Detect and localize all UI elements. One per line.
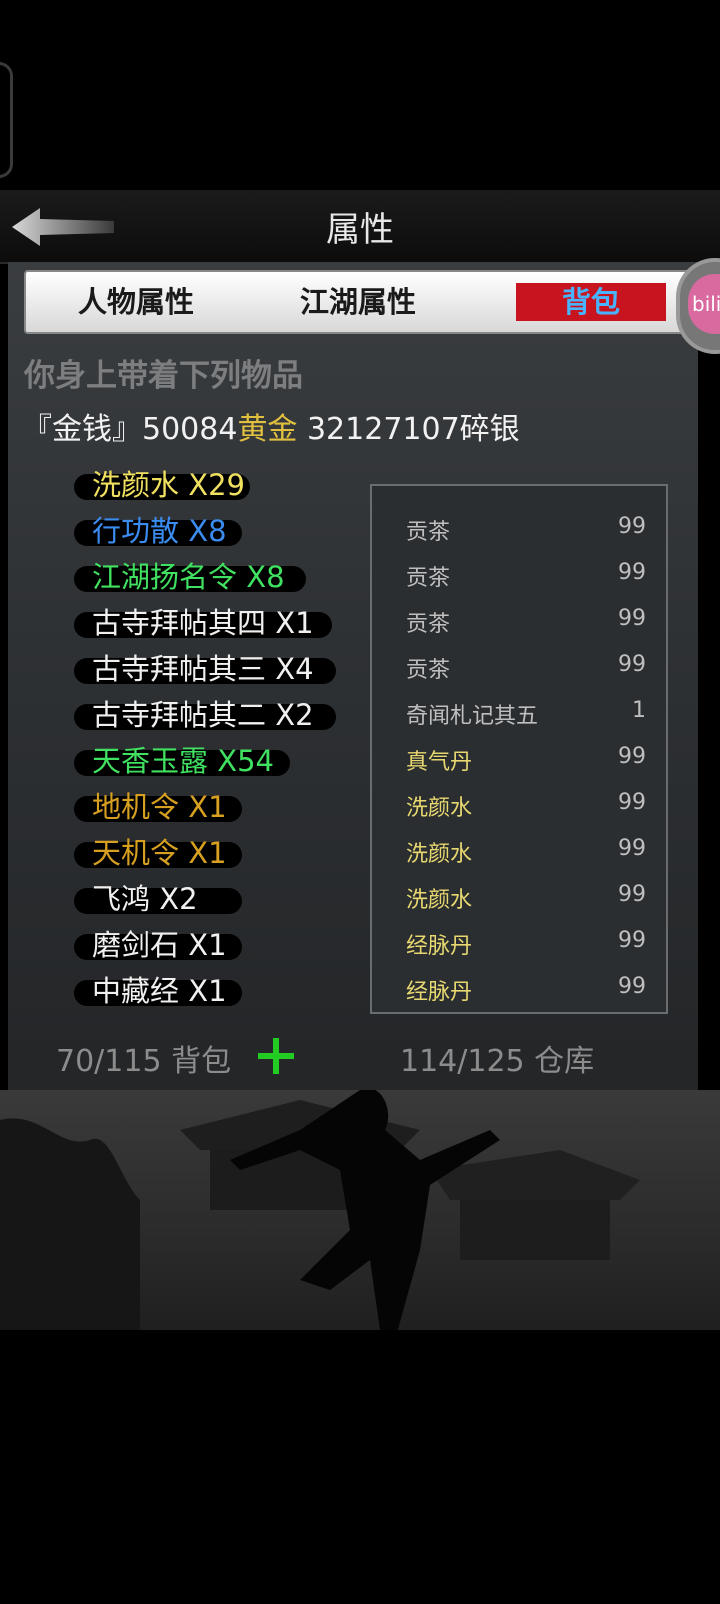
storage-item-count: 99 <box>618 606 646 631</box>
page-title: 属性 <box>326 210 394 250</box>
list-item[interactable]: 古寺拜帖其三 X4 <box>74 646 364 692</box>
inventory-subtitle: 你身上带着下列物品 <box>24 358 303 394</box>
storage-row[interactable]: 奇闻札记其五 1 <box>372 690 666 736</box>
storage-item-name: 贡茶 <box>406 612 451 637</box>
item-name: 磨剑石 X1 <box>92 928 227 962</box>
status-area <box>0 0 720 190</box>
list-item[interactable]: 古寺拜帖其二 X2 <box>74 692 364 738</box>
tab-backpack[interactable]: 背包 <box>516 283 666 321</box>
list-item[interactable]: 中藏经 X1 <box>74 968 364 1014</box>
item-name: 地机令 X1 <box>92 790 227 824</box>
tab-jianghu-attributes[interactable]: 江湖属性 <box>288 280 428 324</box>
storage-item-name: 贡茶 <box>406 566 451 591</box>
storage-row[interactable]: 经脉丹 99 <box>372 966 666 1012</box>
silver-amount: 32127107碎银 <box>297 412 520 447</box>
storage-item-name: 洗颜水 <box>406 796 473 821</box>
storage-row[interactable]: 真气丹 99 <box>372 736 666 782</box>
list-item[interactable]: 磨剑石 X1 <box>74 922 364 968</box>
list-item[interactable]: 江湖扬名令 X8 <box>74 554 364 600</box>
storage-row[interactable]: 贡茶 99 <box>372 506 666 552</box>
partially-scrolled-item <box>92 440 292 454</box>
storage-item-count: 99 <box>618 974 646 999</box>
storage-item-count: 99 <box>618 744 646 769</box>
bag-capacity: 70/115 背包 <box>56 1044 232 1079</box>
storage-item-name: 经脉丹 <box>406 934 473 959</box>
tab-character-attributes[interactable]: 人物属性 <box>66 280 206 324</box>
side-handle[interactable] <box>0 62 13 178</box>
storage-row[interactable]: 贡茶 99 <box>372 644 666 690</box>
list-item[interactable]: 飞鸿 X2 <box>74 876 364 922</box>
bilibili-icon: bili <box>688 274 720 334</box>
storage-item-name: 贡茶 <box>406 520 451 545</box>
storage-item-name: 奇闻札记其五 <box>406 704 539 729</box>
storage-item-name: 经脉丹 <box>406 980 473 1005</box>
plus-icon[interactable] <box>258 1038 294 1074</box>
storage-item-count: 99 <box>618 652 646 677</box>
storage-item-name: 贡茶 <box>406 658 451 683</box>
item-name: 古寺拜帖其二 X2 <box>92 698 314 732</box>
header-bar: 属性 <box>0 190 720 264</box>
tab-bar: 人物属性 江湖属性 背包 <box>24 270 696 334</box>
storage-item-count: 99 <box>618 928 646 953</box>
storage-row[interactable]: 贡茶 99 <box>372 552 666 598</box>
storage-item-count: 99 <box>618 882 646 907</box>
storage-row[interactable]: 经脉丹 99 <box>372 920 666 966</box>
item-name: 古寺拜帖其三 X4 <box>92 652 314 686</box>
storage-item-name: 真气丹 <box>406 750 473 775</box>
storage-row[interactable]: 洗颜水 99 <box>372 828 666 874</box>
swordsman-silhouette-image <box>0 1088 720 1600</box>
item-name: 行功散 X8 <box>92 514 227 548</box>
inventory-list[interactable]: 洗颜水 X29 行功散 X8 江湖扬名令 X8 古寺拜帖其四 X1 古寺拜帖其三… <box>74 462 364 1014</box>
list-item[interactable]: 地机令 X1 <box>74 784 364 830</box>
list-item[interactable]: 古寺拜帖其四 X1 <box>74 600 364 646</box>
list-item[interactable]: 洗颜水 X29 <box>74 462 364 508</box>
storage-row[interactable]: 洗颜水 99 <box>372 874 666 920</box>
storage-item-count: 99 <box>618 836 646 861</box>
item-name: 飞鸿 X2 <box>92 882 198 916</box>
list-item[interactable]: 天机令 X1 <box>74 830 364 876</box>
list-item[interactable]: 行功散 X8 <box>74 508 364 554</box>
item-name: 天香玉露 X54 <box>92 744 274 778</box>
storage-item-count: 1 <box>632 698 646 723</box>
item-name: 天机令 X1 <box>92 836 227 870</box>
background-scene <box>0 1088 720 1600</box>
warehouse-capacity: 114/125 仓库 <box>400 1044 595 1079</box>
storage-item-count: 99 <box>618 790 646 815</box>
list-item[interactable]: 天香玉露 X54 <box>74 738 364 784</box>
item-name: 江湖扬名令 X8 <box>92 560 285 594</box>
storage-item-count: 99 <box>618 514 646 539</box>
item-name: 古寺拜帖其四 X1 <box>92 606 314 640</box>
storage-item-count: 99 <box>618 560 646 585</box>
storage-row[interactable]: 洗颜水 99 <box>372 782 666 828</box>
storage-row[interactable]: 贡茶 99 <box>372 598 666 644</box>
storage-item-name: 洗颜水 <box>406 888 473 913</box>
item-name: 洗颜水 X29 <box>92 468 245 502</box>
item-name: 中藏经 X1 <box>92 974 227 1008</box>
storage-item-name: 洗颜水 <box>406 842 473 867</box>
storage-list-panel[interactable]: 贡茶 99 贡茶 99 贡茶 99 贡茶 99 奇闻札记其五 1 真气丹 99 洗颜水 99 … <box>370 484 668 1014</box>
